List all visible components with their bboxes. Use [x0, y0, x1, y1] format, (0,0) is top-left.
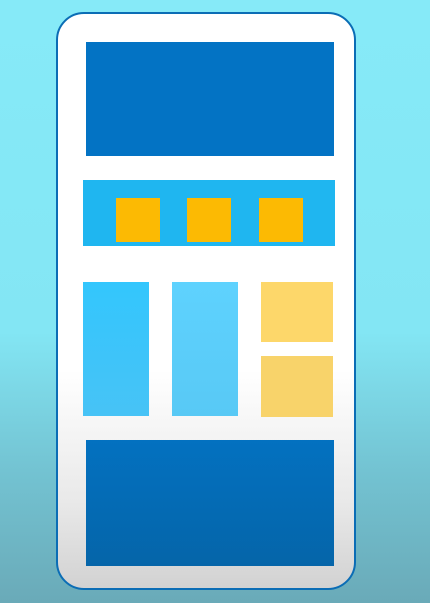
icon-strip-block — [83, 180, 335, 246]
card-block-top — [261, 282, 333, 342]
footer-banner-block — [86, 440, 334, 566]
square-tile-3 — [259, 198, 303, 242]
header-banner-block — [86, 42, 334, 156]
illustration-background — [0, 0, 430, 603]
phone-outline — [56, 12, 356, 590]
card-block-bottom — [261, 356, 333, 417]
column-block-2 — [172, 282, 238, 416]
square-tile-1 — [116, 198, 160, 242]
square-tile-2 — [187, 198, 231, 242]
column-block-1 — [83, 282, 149, 416]
